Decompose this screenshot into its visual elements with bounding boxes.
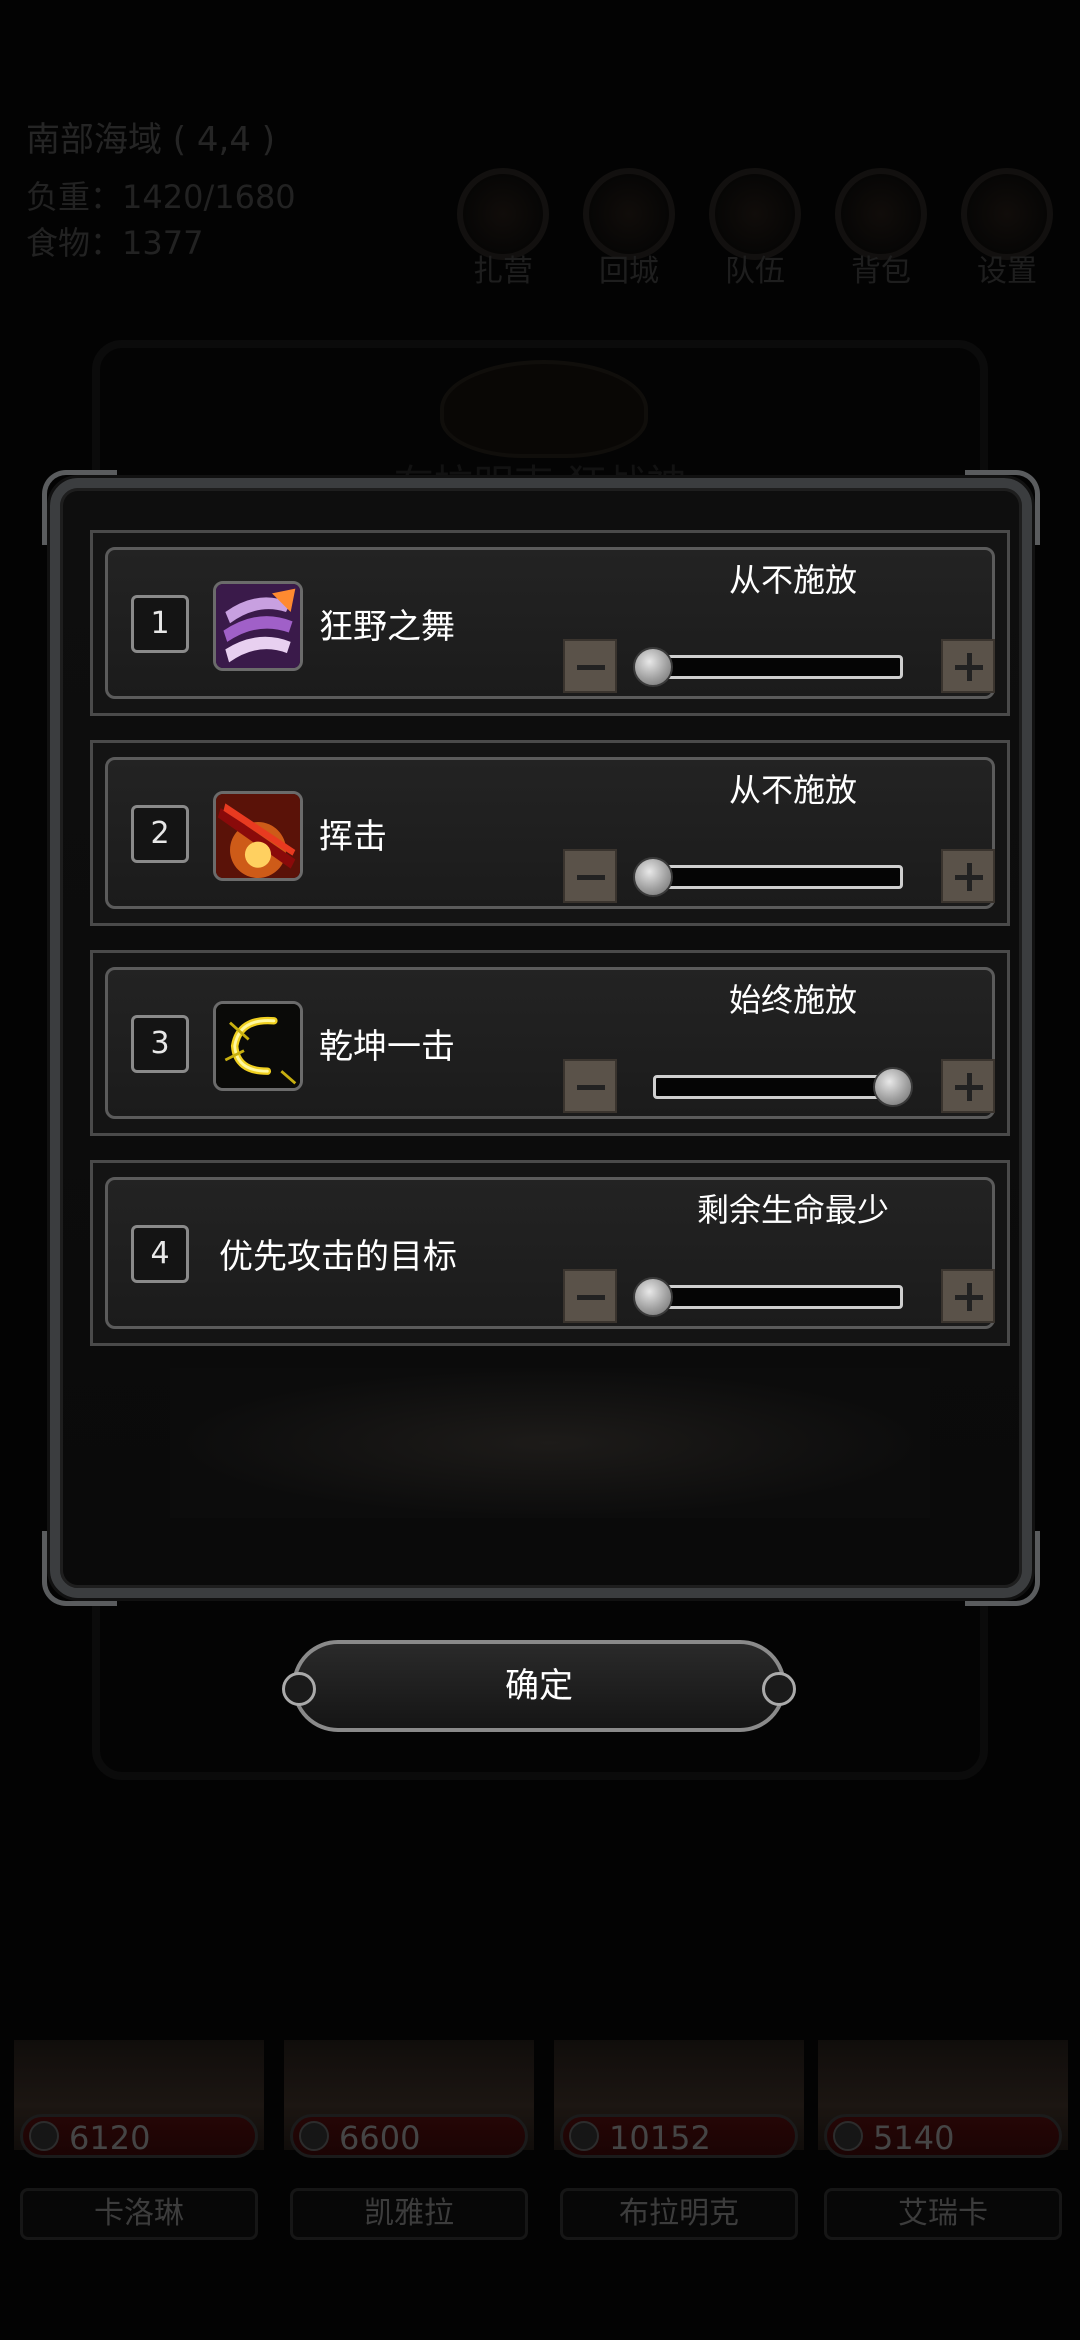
cast-mode-label: 从不施放 [728,771,857,809]
increase-button[interactable] [941,1269,995,1323]
wild-dance-skill-icon [213,581,303,671]
decrease-button[interactable] [563,849,617,903]
decrease-button[interactable] [563,1059,617,1113]
frame-corner [42,1531,117,1606]
target-mode-label: 剩余生命最少 [696,1191,889,1229]
row-index: 4 [131,1225,189,1283]
skill-row: 2 挥击 从不施放 [90,740,1010,926]
dialog-texture [170,1368,930,1518]
frame-corner [965,1531,1040,1606]
confirm-button[interactable]: 确定 [282,1640,796,1732]
skill-name: 狂野之舞 [319,607,455,647]
cast-mode-slider[interactable] [653,655,903,679]
skill-row: 1 狂野之舞 从不施放 [90,530,1010,716]
swing-skill-icon [213,791,303,881]
skill-name: 挥击 [319,817,387,857]
slider-knob[interactable] [633,647,673,687]
row-index: 3 [131,1015,189,1073]
slider-knob[interactable] [873,1067,913,1107]
increase-button[interactable] [941,849,995,903]
confirm-label: 确定 [505,1666,573,1706]
decrease-button[interactable] [563,1269,617,1323]
target-priority-label: 优先攻击的目标 [219,1237,457,1277]
increase-button[interactable] [941,1059,995,1113]
cast-mode-label: 始终施放 [728,981,857,1019]
row-index: 1 [131,595,189,653]
slider-knob[interactable] [633,857,673,897]
skill-name: 乾坤一击 [319,1027,455,1067]
cosmic-strike-skill-icon [213,1001,303,1091]
row-index: 2 [131,805,189,863]
cast-mode-label: 从不施放 [728,561,857,599]
cast-mode-slider[interactable] [653,865,903,889]
target-row: 4 优先攻击的目标 剩余生命最少 [90,1160,1010,1346]
skill-row: 3 乾坤一击 始终施放 [90,950,1010,1136]
button-ornament [282,1672,316,1706]
slider-knob[interactable] [633,1277,673,1317]
decrease-button[interactable] [563,639,617,693]
skill-settings-dialog: 1 狂野之舞 从不施放 2 挥击 从不施放 3 乾坤一击 始终施放 4 优先攻击… [42,470,1040,1606]
increase-button[interactable] [941,639,995,693]
button-ornament [762,1672,796,1706]
cast-mode-slider[interactable] [653,1075,903,1099]
target-mode-slider[interactable] [653,1285,903,1309]
